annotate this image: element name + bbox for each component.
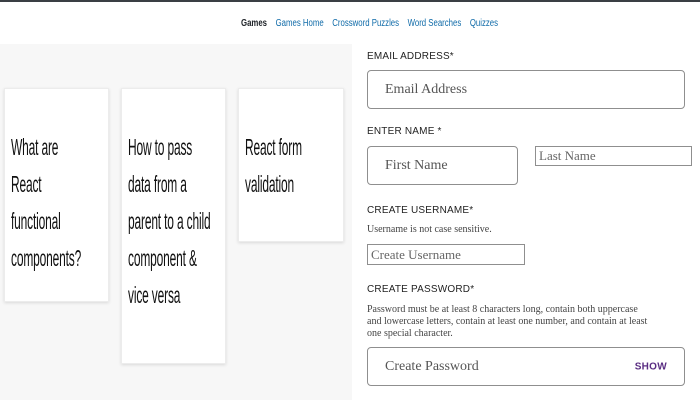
article-cards-area: What are React functional components? Ho… xyxy=(0,44,352,400)
top-nav-bar: Games Games Home Crossword Puzzles Word … xyxy=(0,0,700,44)
article-card-title: How to pass data from a parent to a chil… xyxy=(128,134,211,308)
name-label: ENTER NAME * xyxy=(367,126,442,137)
last-name-field[interactable]: Last Name xyxy=(535,146,692,166)
password-placeholder: Create Password xyxy=(385,358,479,374)
article-card[interactable]: How to pass data from a parent to a chil… xyxy=(121,88,226,364)
show-password-button[interactable]: SHOW xyxy=(635,361,667,372)
article-card-title: What are React functional components? xyxy=(11,134,82,271)
email-field[interactable]: Email Address xyxy=(367,70,685,109)
password-help-line: Password must be at least 8 characters l… xyxy=(367,304,638,315)
nav-quizzes[interactable]: Quizzes xyxy=(470,18,498,29)
first-name-field[interactable]: First Name xyxy=(367,146,518,185)
password-help-line: and lowercase letters, contain at least … xyxy=(367,316,648,327)
article-card[interactable]: React form validation xyxy=(238,88,344,242)
username-help: Username is not case sensitive. xyxy=(367,224,492,235)
nav-games[interactable]: Games xyxy=(241,18,267,29)
signup-form: EMAIL ADDRESS* Email Address ENTER NAME … xyxy=(352,44,700,400)
email-label: EMAIL ADDRESS* xyxy=(367,51,454,62)
password-help: Password must be at least 8 characters l… xyxy=(367,304,647,340)
username-label: CREATE USERNAME* xyxy=(367,205,474,216)
article-card-title: React form validation xyxy=(245,134,302,197)
password-help-line: one special character. xyxy=(367,328,453,339)
password-label: CREATE PASSWORD* xyxy=(367,284,475,295)
nav-crossword-puzzles[interactable]: Crossword Puzzles xyxy=(332,18,399,29)
password-field[interactable]: Create Password SHOW xyxy=(367,347,685,386)
nav-word-searches[interactable]: Word Searches xyxy=(408,18,462,29)
games-nav: Games Games Home Crossword Puzzles Word … xyxy=(241,18,498,29)
username-field[interactable]: Create Username xyxy=(367,244,525,265)
article-card[interactable]: What are React functional components? xyxy=(4,88,109,302)
nav-games-home[interactable]: Games Home xyxy=(276,18,324,29)
